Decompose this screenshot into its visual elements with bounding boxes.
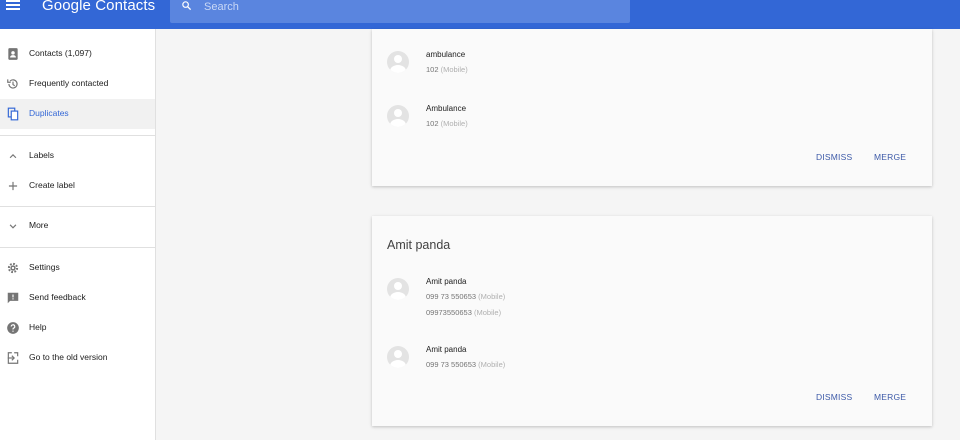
avatar — [387, 51, 409, 73]
merge-button[interactable]: MERGE — [874, 152, 906, 162]
sidebar-divider — [0, 135, 155, 136]
contacts-icon — [8, 48, 18, 60]
sidebar-item-duplicates[interactable]: Duplicates — [0, 99, 155, 129]
dismiss-button[interactable]: DISMISS — [816, 392, 852, 402]
feedback-icon — [7, 292, 19, 304]
contact-phone: 09973550653 (Mobile) — [426, 308, 502, 317]
avatar — [387, 278, 409, 300]
contact-name: Ambulance — [426, 104, 467, 113]
sidebar-item-frequently-contacted[interactable]: Frequently contacted — [0, 69, 155, 99]
contact-entry[interactable]: Amit panda 099 73 550653 (Mobile) 099735… — [387, 277, 687, 317]
sidebar-item-label: Go to the old version — [29, 352, 108, 362]
chevron-up-icon — [9, 154, 17, 159]
sidebar-item-send-feedback[interactable]: Send feedback — [0, 283, 155, 313]
sidebar-item-create-label[interactable]: Create label — [0, 171, 155, 201]
sidebar: Contacts (1,097) Frequently contacted Du… — [0, 29, 156, 440]
contact-entry[interactable]: Ambulance 102 (Mobile) — [387, 104, 687, 144]
duplicates-icon — [7, 107, 19, 121]
search-input[interactable] — [204, 0, 614, 14]
avatar — [387, 346, 409, 368]
sidebar-item-labels[interactable]: Labels — [0, 141, 155, 171]
search-bar[interactable] — [170, 0, 630, 23]
plus-icon — [8, 181, 18, 191]
sidebar-item-label: Frequently contacted — [29, 78, 109, 88]
sidebar-divider — [0, 206, 155, 207]
sidebar-item-label: Settings — [29, 262, 60, 272]
sidebar-divider — [0, 247, 155, 248]
sidebar-item-more[interactable]: More — [0, 211, 155, 241]
card-title: Amit panda — [387, 238, 451, 252]
help-icon — [7, 322, 19, 334]
contact-phone: 099 73 550653 (Mobile) — [426, 292, 506, 301]
contact-entry[interactable]: ambulance 102 (Mobile) — [387, 50, 687, 90]
sidebar-item-contacts[interactable]: Contacts (1,097) — [0, 39, 155, 69]
exit-icon — [7, 352, 19, 364]
sidebar-item-label: Labels — [29, 150, 55, 160]
contact-entry[interactable]: Amit panda 099 73 550653 (Mobile) — [387, 345, 687, 385]
sidebar-item-label: Duplicates — [29, 108, 69, 118]
contact-phone: 102 (Mobile) — [426, 65, 468, 74]
avatar — [387, 105, 409, 127]
duplicate-card: ambulance 102 (Mobile) Ambulance 102 (Mo… — [372, 29, 932, 186]
contact-name: Amit panda — [426, 345, 467, 354]
contact-name: Amit panda — [426, 277, 467, 286]
sidebar-item-label: Create label — [29, 180, 75, 190]
sidebar-item-help[interactable]: Help — [0, 313, 155, 343]
sidebar-item-settings[interactable]: Settings — [0, 253, 155, 283]
merge-button[interactable]: MERGE — [874, 392, 906, 402]
dismiss-button[interactable]: DISMISS — [816, 152, 852, 162]
sidebar-item-label: Contacts (1,097) — [29, 48, 92, 58]
chevron-down-icon — [9, 224, 17, 229]
history-icon — [7, 79, 18, 89]
sidebar-item-label: Send feedback — [29, 292, 86, 302]
gear-icon — [7, 262, 19, 274]
contact-name: ambulance — [426, 50, 466, 59]
contact-phone: 099 73 550653 (Mobile) — [426, 360, 506, 369]
menu-icon[interactable] — [6, 0, 22, 14]
sidebar-item-label: More — [29, 220, 49, 230]
top-bar: Google Contacts — [0, 0, 960, 29]
sidebar-item-label: Help — [29, 322, 47, 332]
app-title[interactable]: Google Contacts — [42, 0, 155, 14]
contact-phone: 102 (Mobile) — [426, 119, 468, 128]
search-icon[interactable] — [181, 0, 192, 11]
sidebar-item-old-version[interactable]: Go to the old version — [0, 343, 155, 373]
duplicate-card: Amit panda Amit panda 099 73 550653 (Mob… — [372, 216, 932, 426]
